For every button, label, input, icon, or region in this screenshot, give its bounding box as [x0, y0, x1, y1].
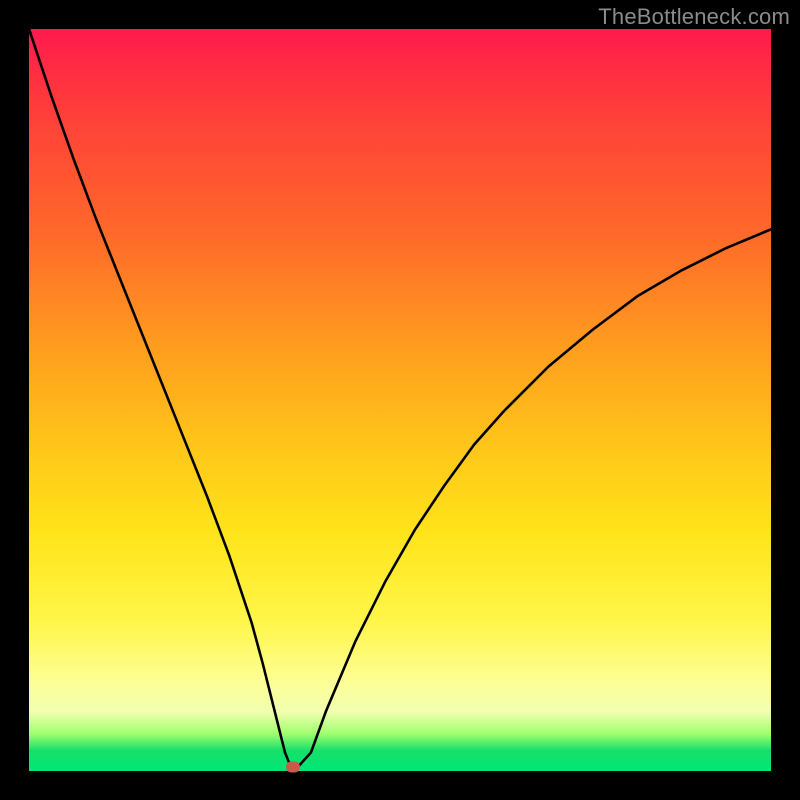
optimal-point-marker — [286, 761, 300, 772]
chart-frame: TheBottleneck.com — [0, 0, 800, 800]
watermark-text: TheBottleneck.com — [598, 4, 790, 30]
bottleneck-curve — [29, 29, 771, 771]
